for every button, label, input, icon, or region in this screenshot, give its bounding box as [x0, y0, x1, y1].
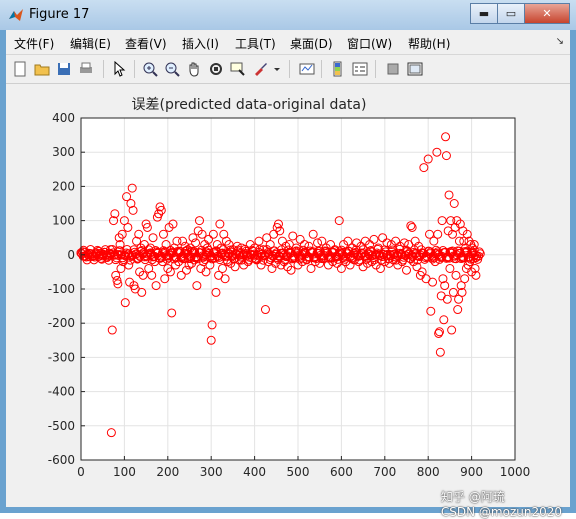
- menu-bar: 文件(F) 编辑(E) 查看(V) 插入(I) 工具(T) 桌面(D) 窗口(W…: [6, 30, 570, 55]
- y-axis: 400 300 200 100 0 -100 -200 -300 -400 -500 -600: [48, 111, 85, 467]
- watermark-csdn: CSDN @mozun2020: [440, 505, 562, 519]
- y-tick-label: 100: [52, 214, 75, 228]
- x-tick-label: 400: [243, 465, 266, 479]
- open-file-icon[interactable]: [32, 59, 52, 79]
- menu-insert[interactable]: 插入(I): [182, 35, 219, 52]
- pointer-icon[interactable]: [109, 59, 129, 79]
- menu-dock-arrow-icon[interactable]: ↘: [556, 36, 564, 47]
- x-tick-label: 800: [417, 465, 440, 479]
- figure-canvas: 误差(predicted data-original data) 0 100 200…: [6, 84, 570, 507]
- menu-file[interactable]: 文件(F): [14, 35, 54, 52]
- toolbar-separator: [375, 60, 376, 78]
- title-bar: Figure 17 ▬ ▭ ✕: [0, 0, 576, 30]
- menu-tools[interactable]: 工具(T): [235, 35, 276, 52]
- y-tick-label: -500: [48, 419, 75, 433]
- x-tick-label: 300: [200, 465, 223, 479]
- window-controls: ▬ ▭ ✕: [470, 3, 570, 24]
- x-tick-label: 100: [113, 465, 136, 479]
- pan-hand-icon[interactable]: [184, 59, 204, 79]
- close-button[interactable]: ✕: [524, 3, 570, 24]
- y-tick-label: -600: [48, 453, 75, 467]
- show-plot-tools-icon[interactable]: [405, 59, 425, 79]
- x-tick-label: 600: [330, 465, 353, 479]
- x-tick-label: 0: [77, 465, 85, 479]
- x-tick-label: 700: [373, 465, 396, 479]
- x-tick-label: 200: [156, 465, 179, 479]
- toolbar-separator: [289, 60, 290, 78]
- y-tick-label: -100: [48, 282, 75, 296]
- menu-edit[interactable]: 编辑(E): [70, 35, 111, 52]
- maximize-button[interactable]: ▭: [497, 3, 525, 24]
- toolbar-separator: [321, 60, 322, 78]
- x-tick-label: 1000: [500, 465, 531, 479]
- figure-window: Figure 17 ▬ ▭ ✕ 文件(F) 编辑(E) 查看(V) 插入(I) …: [0, 0, 576, 519]
- print-icon[interactable]: [76, 59, 96, 79]
- watermark-zhihu: 知乎 @阿琉: [440, 490, 505, 504]
- data-cursor-icon[interactable]: [228, 59, 248, 79]
- brush-dropdown-icon[interactable]: [272, 59, 282, 79]
- menu-desktop[interactable]: 桌面(D): [290, 35, 333, 52]
- menu-help[interactable]: 帮助(H): [408, 35, 450, 52]
- y-tick-label: -400: [48, 385, 75, 399]
- x-tick-label: 500: [287, 465, 310, 479]
- y-tick-label: 300: [52, 145, 75, 159]
- menu-view[interactable]: 查看(V): [125, 35, 167, 52]
- window-title: Figure 17: [29, 7, 90, 22]
- watermark: 知乎 @阿琉 CSDN @mozun2020: [441, 488, 562, 519]
- toolbar-separator: [134, 60, 135, 78]
- hide-plot-tools-icon[interactable]: [383, 59, 403, 79]
- x-tick-label: 900: [460, 465, 483, 479]
- y-tick-label: -300: [48, 350, 75, 364]
- new-figure-icon[interactable]: [10, 59, 30, 79]
- scatter-plot[interactable]: 误差(predicted data-original data) 0 100 200…: [6, 84, 570, 507]
- matlab-logo-icon: [9, 9, 23, 21]
- zoom-out-icon[interactable]: [162, 59, 182, 79]
- y-tick-label: 0: [67, 248, 75, 262]
- toolbar-separator: [103, 60, 104, 78]
- figure-toolbar: [6, 55, 570, 84]
- y-tick-label: 200: [52, 179, 75, 193]
- rotate-3d-icon[interactable]: [206, 59, 226, 79]
- minimize-button[interactable]: ▬: [470, 3, 498, 24]
- colorbar-icon[interactable]: [328, 59, 348, 79]
- chart-title: 误差(predicted data-original data): [132, 97, 367, 113]
- y-tick-label: -200: [48, 316, 75, 330]
- menu-window[interactable]: 窗口(W): [347, 35, 392, 52]
- legend-icon[interactable]: [350, 59, 370, 79]
- brush-icon[interactable]: [250, 59, 270, 79]
- y-tick-label: 400: [52, 111, 75, 125]
- link-plot-icon[interactable]: [297, 59, 317, 79]
- zoom-in-icon[interactable]: [140, 59, 160, 79]
- save-icon[interactable]: [54, 59, 74, 79]
